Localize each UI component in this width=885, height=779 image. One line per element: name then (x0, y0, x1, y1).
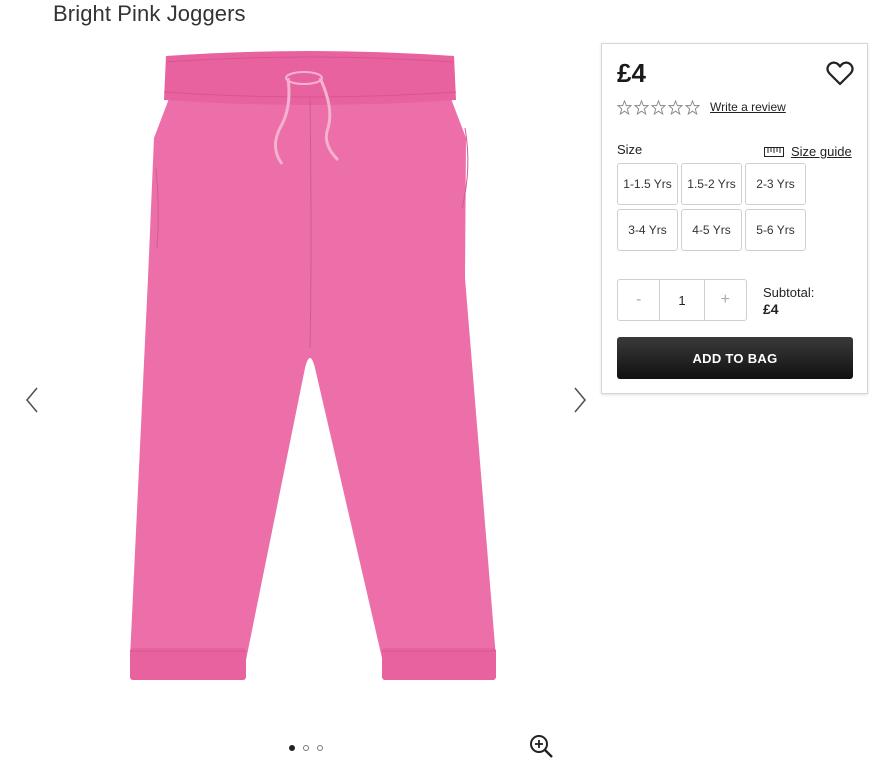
size-option[interactable]: 1-1.5 Yrs (617, 163, 678, 205)
chevron-right-icon (574, 387, 587, 413)
subtotal-amount: £4 (763, 301, 779, 317)
product-image (130, 51, 496, 680)
purchase-panel: £4 Write a review Size Size guide 1-1.5 … (601, 43, 868, 394)
gallery-dot[interactable] (303, 745, 309, 751)
quantity-decrease-button[interactable]: - (618, 280, 659, 320)
size-option[interactable]: 4-5 Yrs (681, 209, 742, 251)
price: £4 (617, 58, 646, 88)
gallery-next-button[interactable] (568, 385, 592, 415)
product-title: Bright Pink Joggers (53, 1, 246, 26)
write-review-link[interactable]: Write a review (710, 100, 786, 114)
add-to-bag-button[interactable]: ADD TO BAG (617, 337, 853, 379)
zoom-in-icon[interactable] (528, 733, 554, 759)
size-guide-label: Size guide (791, 144, 852, 159)
quantity-stepper: - 1 + (617, 279, 747, 321)
gallery-dots (289, 745, 323, 751)
size-label: Size (617, 142, 643, 157)
subtotal-label: Subtotal: (763, 285, 815, 300)
size-guide-link[interactable]: Size guide (764, 144, 852, 159)
size-options: 1-1.5 Yrs 1.5-2 Yrs 2-3 Yrs 3-4 Yrs 4-5 … (617, 163, 806, 251)
quantity-input[interactable]: 1 (659, 280, 705, 320)
star-icon (634, 100, 649, 115)
ruler-icon (764, 146, 784, 157)
star-icon (651, 100, 666, 115)
gallery-dot[interactable] (289, 745, 295, 751)
size-option[interactable]: 5-6 Yrs (745, 209, 806, 251)
star-icon (617, 100, 632, 115)
size-option[interactable]: 3-4 Yrs (617, 209, 678, 251)
star-icon (685, 100, 700, 115)
rating-stars (617, 100, 700, 115)
star-icon (668, 100, 683, 115)
image-gallery (0, 40, 600, 779)
size-option[interactable]: 1.5-2 Yrs (681, 163, 742, 205)
gallery-prev-button[interactable] (20, 385, 44, 415)
chevron-left-icon (25, 387, 38, 413)
subtotal: Subtotal: £4 (763, 284, 814, 318)
quantity-increase-button[interactable]: + (705, 280, 746, 320)
heart-icon[interactable] (826, 60, 854, 86)
gallery-dot[interactable] (317, 745, 323, 751)
size-option[interactable]: 2-3 Yrs (745, 163, 806, 205)
